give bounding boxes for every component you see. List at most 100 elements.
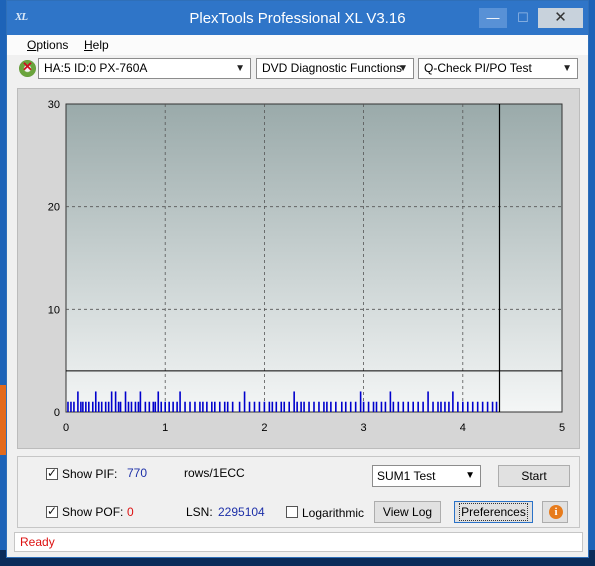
logarithmic-label: Logarithmic xyxy=(302,506,365,520)
data-bar xyxy=(283,401,286,412)
data-bar xyxy=(206,401,208,412)
data-bar xyxy=(110,391,113,412)
data-bar xyxy=(179,391,181,412)
maximize-icon[interactable]: ☐ xyxy=(509,8,537,28)
data-bar xyxy=(172,401,174,412)
data-bar xyxy=(194,401,196,412)
menu-help[interactable]: Help xyxy=(84,38,109,52)
view-log-button[interactable]: View Log xyxy=(374,501,441,523)
data-bar xyxy=(323,401,325,412)
data-bar xyxy=(402,401,405,412)
data-bar xyxy=(495,401,498,412)
data-bar xyxy=(466,401,469,412)
logarithmic-checkbox[interactable] xyxy=(286,506,298,518)
data-bar xyxy=(384,401,387,412)
pof-value: 0 xyxy=(127,505,134,519)
app-window: XL PlexTools Professional XL V3.16 — ☐ ✕… xyxy=(6,0,589,558)
data-bar xyxy=(253,401,256,412)
status-text: Ready xyxy=(20,535,55,549)
data-bar xyxy=(389,391,392,412)
data-bar xyxy=(119,401,122,412)
plot-area xyxy=(65,103,563,413)
data-bar xyxy=(107,401,110,412)
y-tick-label: 20 xyxy=(48,202,60,214)
y-tick-label: 30 xyxy=(48,99,60,111)
pif-value: 770 xyxy=(127,466,148,480)
data-bar xyxy=(367,401,370,412)
data-bar xyxy=(160,401,163,412)
menu-bar: Options Help xyxy=(7,35,588,55)
chevron-down-icon: ▼ xyxy=(465,470,475,481)
data-bar xyxy=(127,401,130,412)
data-bar xyxy=(134,401,137,412)
info-icon: i xyxy=(549,505,563,519)
data-bar xyxy=(164,401,166,412)
data-bar xyxy=(184,401,186,412)
data-bar xyxy=(82,401,84,412)
x-tick-label: 1 xyxy=(162,422,168,434)
data-bar xyxy=(486,401,489,412)
data-bar xyxy=(340,401,343,412)
data-bar xyxy=(176,401,178,412)
drive-select-value: HA:5 ID:0 PX-760A xyxy=(44,61,148,75)
x-axis-ticks: 0 1 2 3 4 5 xyxy=(63,422,565,434)
menu-options[interactable]: Options xyxy=(27,38,68,52)
data-bar xyxy=(313,401,315,412)
data-bar xyxy=(326,401,328,412)
data-bar xyxy=(139,391,142,412)
data-bar xyxy=(362,401,365,412)
data-bar xyxy=(97,401,100,412)
data-bar xyxy=(417,401,419,412)
data-bar xyxy=(330,401,332,412)
data-bar xyxy=(491,401,494,412)
preferences-button[interactable]: Preferences xyxy=(454,501,533,523)
start-button[interactable]: Start xyxy=(498,465,570,487)
data-bar xyxy=(144,401,147,412)
data-bar xyxy=(67,401,69,412)
data-bar xyxy=(296,401,298,412)
data-bar xyxy=(168,401,170,412)
data-bar xyxy=(243,391,246,412)
title-bar[interactable]: XL PlexTools Professional XL V3.16 — ☐ ✕ xyxy=(7,1,588,35)
drive-status-icon xyxy=(19,59,36,77)
data-bar xyxy=(202,401,204,412)
y-tick-label: 0 xyxy=(54,407,60,419)
show-pof-label: Show POF: xyxy=(62,505,124,519)
data-bar xyxy=(189,401,191,412)
data-bar xyxy=(437,401,439,412)
controls-panel: Show PIF: 770 rows/1ECC SUM1 Test ▼ Star… xyxy=(17,456,580,528)
sum-test-select[interactable]: SUM1 Test ▼ xyxy=(372,465,481,487)
pi-po-chart: 0 1 2 3 4 5 0 10 20 30 xyxy=(48,99,565,434)
show-pof-checkbox[interactable] xyxy=(46,504,58,518)
data-bar xyxy=(263,401,266,412)
data-bar xyxy=(303,401,305,412)
info-button[interactable]: i xyxy=(542,501,568,523)
minimize-icon[interactable]: — xyxy=(479,8,507,28)
data-bar xyxy=(335,401,337,412)
data-bar xyxy=(407,401,410,412)
x-tick-label: 5 xyxy=(559,422,565,434)
show-pif-checkbox[interactable] xyxy=(46,466,58,480)
data-bar xyxy=(432,401,434,412)
data-bar xyxy=(280,401,283,412)
data-bar xyxy=(344,401,347,412)
data-bar xyxy=(91,401,94,412)
data-bar xyxy=(268,401,271,412)
data-bar xyxy=(412,401,414,412)
data-bar xyxy=(271,401,274,412)
data-bar xyxy=(275,401,278,412)
x-tick-label: 2 xyxy=(261,422,267,434)
data-bar xyxy=(231,401,234,412)
data-bar xyxy=(448,401,450,412)
test-select[interactable]: Q-Check PI/PO Test ▼ xyxy=(418,58,578,79)
status-bar: Ready xyxy=(14,532,583,552)
test-select-value: Q-Check PI/PO Test xyxy=(424,61,532,75)
close-icon[interactable]: ✕ xyxy=(538,8,583,28)
x-tick-label: 4 xyxy=(460,422,466,434)
data-bar xyxy=(457,401,459,412)
drive-select[interactable]: HA:5 ID:0 PX-760A ▼ xyxy=(38,58,251,79)
data-bar xyxy=(375,401,378,412)
toolbar: HA:5 ID:0 PX-760A ▼ DVD Diagnostic Funct… xyxy=(7,57,588,81)
data-bar xyxy=(288,401,290,412)
function-select[interactable]: DVD Diagnostic Functions ▼ xyxy=(256,58,414,79)
